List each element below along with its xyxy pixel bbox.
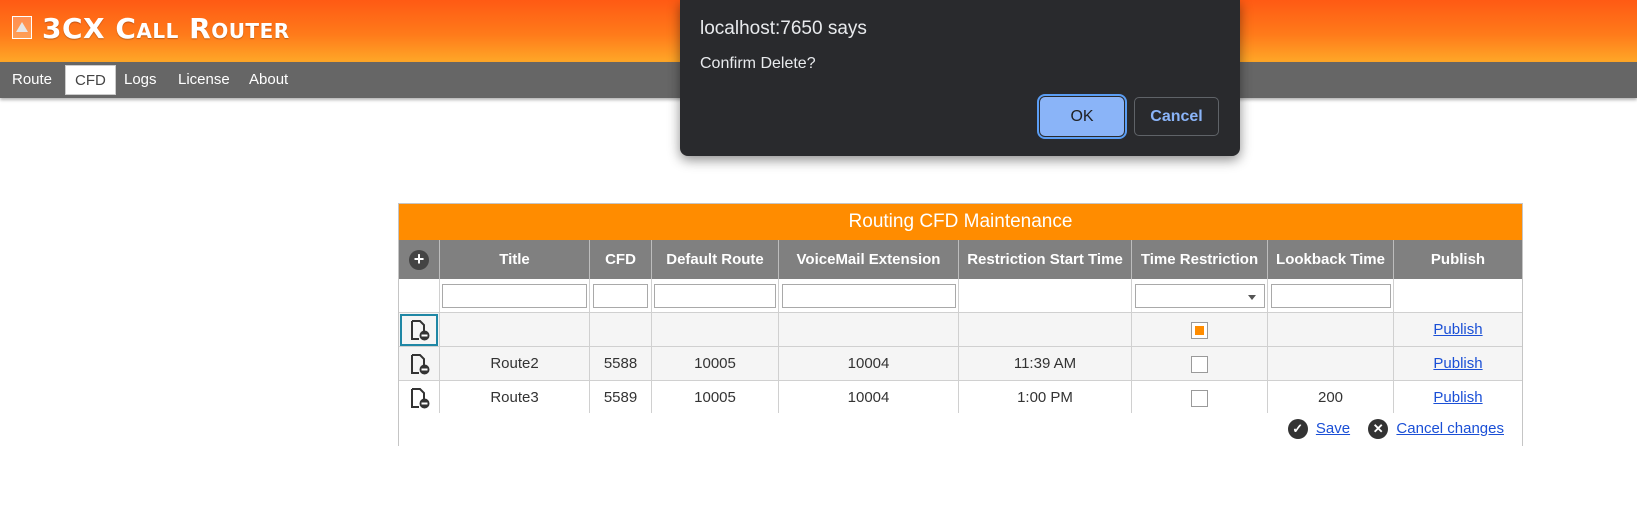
cell-lookback[interactable]: 200 <box>1268 381 1394 415</box>
cfd-grid: Routing CFD Maintenance + Title CFD Defa… <box>398 203 1523 446</box>
cell-voicemail[interactable]: 10004 <box>779 347 959 381</box>
ok-button[interactable]: OK <box>1037 94 1127 139</box>
nav-item-license[interactable]: License <box>169 65 239 95</box>
column-header-cfd[interactable]: CFD <box>590 240 652 279</box>
column-header-voicemail-extension[interactable]: VoiceMail Extension <box>779 240 959 279</box>
add-column-header: + <box>399 240 440 279</box>
nav-item-cfd[interactable]: CFD <box>65 65 116 95</box>
cancel-x-icon[interactable]: ✕ <box>1368 419 1389 439</box>
nav-item-logs[interactable]: Logs <box>115 65 166 95</box>
filter-cell-default-route <box>652 279 779 313</box>
dialog-message: Confirm Delete? <box>700 55 816 72</box>
confirm-dialog: localhost:7650 says Confirm Delete? OK C… <box>680 0 1240 156</box>
title-filter-input[interactable] <box>442 284 587 308</box>
column-header-default-route[interactable]: Default Route <box>652 240 779 279</box>
cancel-button[interactable]: Cancel <box>1134 97 1219 136</box>
dialog-title: localhost:7650 says <box>700 18 867 39</box>
grid-caption: Routing CFD Maintenance <box>399 204 1522 240</box>
add-record-icon[interactable]: + <box>409 250 429 271</box>
column-header-restriction-start-time[interactable]: Restriction Start Time <box>959 240 1132 279</box>
cell-lookback[interactable] <box>1268 313 1394 347</box>
cell-default-route[interactable]: 10005 <box>652 381 779 415</box>
cell-start-time[interactable]: 11:39 AM <box>959 347 1132 381</box>
cell-time-restriction <box>1132 347 1268 381</box>
publish-link[interactable]: Publish <box>1433 355 1482 372</box>
cell-time-restriction <box>1132 381 1268 415</box>
cell-cfd[interactable]: 5589 <box>590 381 652 415</box>
cell-start-time[interactable] <box>959 313 1132 347</box>
column-header-publish[interactable]: Publish <box>1394 240 1522 279</box>
column-header-time-restriction[interactable]: Time Restriction <box>1132 240 1268 279</box>
grid-footer-toolbar: ✓ Save ✕ Cancel changes <box>399 413 1522 446</box>
save-check-icon[interactable]: ✓ <box>1287 419 1308 439</box>
column-header-title[interactable]: Title <box>440 240 590 279</box>
publish-link[interactable]: Publish <box>1433 321 1482 338</box>
save-link[interactable]: Save <box>1316 420 1350 437</box>
nav-item-route[interactable]: Route <box>3 65 61 95</box>
cell-start-time[interactable]: 1:00 PM <box>959 381 1132 415</box>
cell-voicemail[interactable]: 10004 <box>779 381 959 415</box>
cfd-filter-input[interactable] <box>593 284 648 308</box>
app-title: 3CX Call Router <box>42 12 290 45</box>
cell-default-route[interactable]: 10005 <box>652 347 779 381</box>
cell-cfd[interactable]: 5588 <box>590 347 652 381</box>
delete-document-icon[interactable] <box>407 352 431 376</box>
filter-cell-start-time <box>959 279 1132 313</box>
time-restriction-checkbox[interactable] <box>1191 355 1208 373</box>
cell-voicemail[interactable] <box>779 313 959 347</box>
default-route-filter-input[interactable] <box>654 284 776 308</box>
cell-default-route[interactable] <box>652 313 779 347</box>
column-header-lookback-time[interactable]: Lookback Time <box>1268 240 1394 279</box>
logo-icon <box>12 16 32 39</box>
delete-document-icon[interactable] <box>407 318 431 342</box>
voicemail-filter-input[interactable] <box>782 284 956 308</box>
time-restriction-filter-select[interactable] <box>1135 284 1265 308</box>
cancel-changes-link[interactable]: Cancel changes <box>1396 420 1504 437</box>
chevron-down-icon <box>1248 295 1256 300</box>
filter-cell-cfd <box>590 279 652 313</box>
publish-link[interactable]: Publish <box>1433 389 1482 406</box>
filter-cell-empty <box>399 279 440 313</box>
delete-document-icon[interactable] <box>407 386 431 410</box>
filter-cell-time-restriction <box>1132 279 1268 313</box>
table-row-delete-cell <box>399 381 440 415</box>
nav-item-about[interactable]: About <box>240 65 297 95</box>
table-row-delete-cell <box>399 313 440 347</box>
filter-cell-publish <box>1394 279 1522 313</box>
filter-cell-voicemail <box>779 279 959 313</box>
cell-publish: Publish <box>1394 313 1522 347</box>
filter-cell-title <box>440 279 590 313</box>
cell-cfd[interactable] <box>590 313 652 347</box>
cell-title[interactable]: Route2 <box>440 347 590 381</box>
time-restriction-checkbox[interactable] <box>1191 389 1208 407</box>
cell-lookback[interactable] <box>1268 347 1394 381</box>
cell-title[interactable] <box>440 313 590 347</box>
cell-title[interactable]: Route3 <box>440 381 590 415</box>
table-row-delete-cell <box>399 347 440 381</box>
cell-publish: Publish <box>1394 347 1522 381</box>
time-restriction-checkbox[interactable] <box>1191 321 1208 339</box>
cell-publish: Publish <box>1394 381 1522 415</box>
cell-time-restriction <box>1132 313 1268 347</box>
footer-actions: ✓ Save ✕ Cancel changes <box>1287 419 1504 439</box>
lookback-filter-input[interactable] <box>1271 284 1391 308</box>
filter-cell-lookback <box>1268 279 1394 313</box>
